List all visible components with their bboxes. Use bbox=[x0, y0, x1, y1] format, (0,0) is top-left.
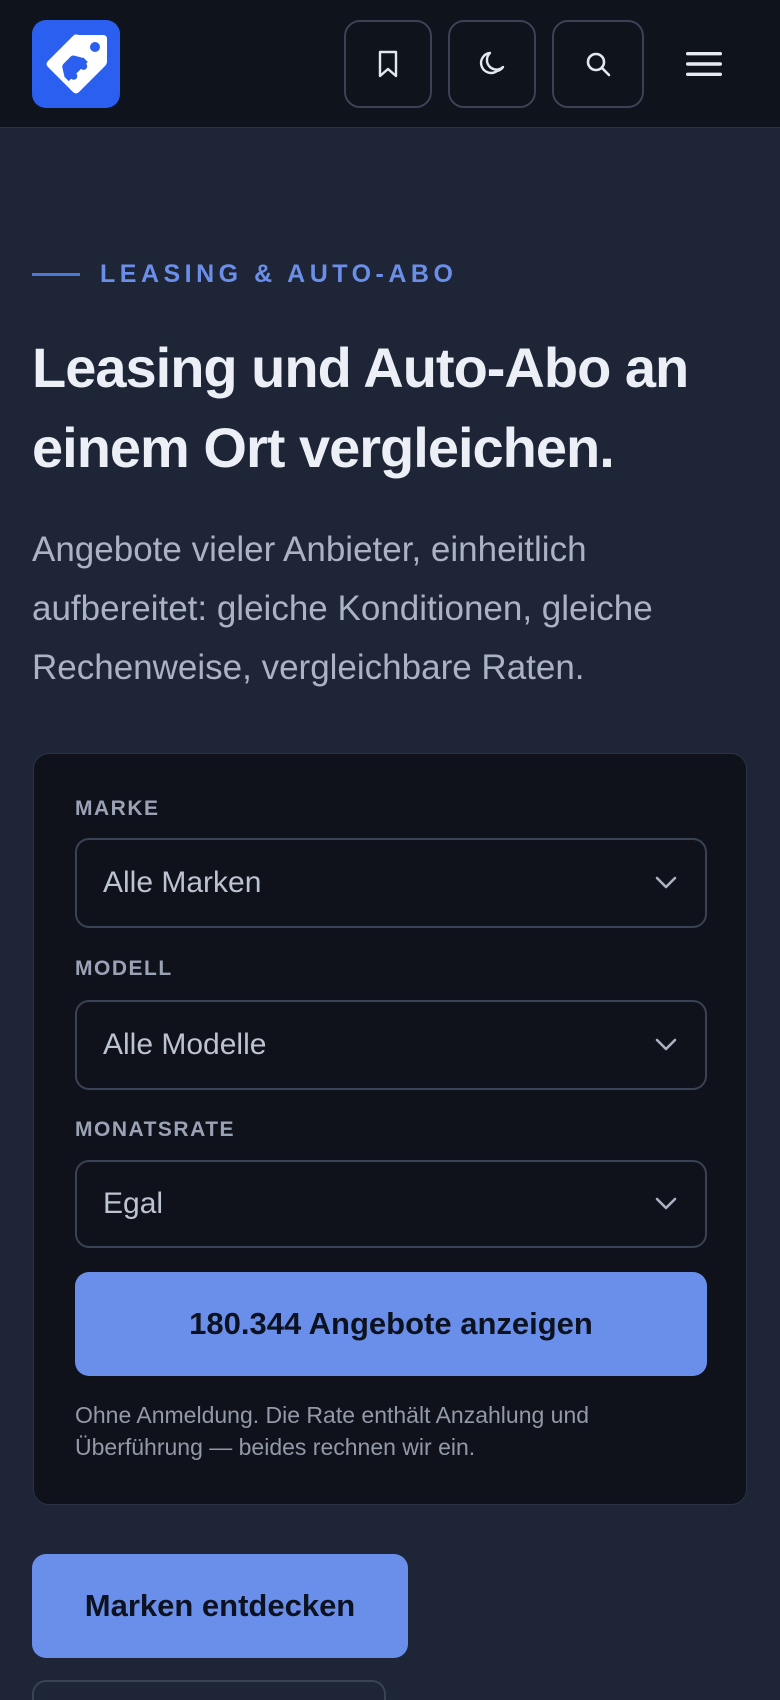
eyebrow-text: LEASING & AUTO-ABO bbox=[100, 259, 458, 288]
search-card: MARKE Alle Marken MODELL Alle Modelle MO… bbox=[33, 753, 747, 1505]
eyebrow: LEASING & AUTO-ABO bbox=[32, 258, 457, 290]
bookmark-button[interactable] bbox=[344, 20, 432, 108]
eyebrow-rule bbox=[32, 272, 80, 276]
monthly-rate-select[interactable]: Egal bbox=[75, 1160, 707, 1248]
search-button[interactable] bbox=[552, 20, 644, 108]
brand-label: MARKE bbox=[75, 797, 160, 820]
model-select-value: Alle Modelle bbox=[103, 1028, 267, 1061]
model-label: MODELL bbox=[75, 957, 173, 980]
monthly-rate-select-value: Egal bbox=[103, 1187, 164, 1220]
logo[interactable] bbox=[32, 20, 120, 108]
app-header bbox=[0, 0, 780, 128]
model-select[interactable]: Alle Modelle bbox=[75, 1000, 707, 1090]
page-title: Leasing und Auto-Abo an einem Ort vergle… bbox=[32, 336, 689, 479]
search-note: Ohne Anmeldung. Die Rate enthält Anzahlu… bbox=[75, 1402, 590, 1460]
menu-button[interactable] bbox=[670, 34, 738, 94]
car-tag-icon bbox=[46, 34, 107, 94]
chevron-down-icon bbox=[655, 1038, 677, 1051]
discover-brands-button[interactable]: Marken entdecken bbox=[32, 1554, 408, 1658]
monthly-rate-label: MONATSRATE bbox=[75, 1118, 236, 1141]
search-icon bbox=[586, 52, 611, 77]
brand-select-value: Alle Marken bbox=[103, 866, 262, 899]
lead-text: Angebote vieler Anbieter, einheitlich au… bbox=[32, 530, 653, 687]
brand-select[interactable]: Alle Marken bbox=[75, 838, 707, 928]
theme-toggle-button[interactable] bbox=[448, 20, 536, 108]
next-button-edge[interactable] bbox=[32, 1680, 386, 1700]
show-offers-button[interactable]: 180.344 Angebote anzeigen bbox=[75, 1272, 707, 1376]
chevron-down-icon bbox=[655, 876, 677, 889]
hamburger-icon bbox=[686, 52, 722, 76]
moon-icon bbox=[479, 51, 505, 75]
chevron-down-icon bbox=[655, 1197, 677, 1210]
bookmark-icon bbox=[378, 50, 398, 78]
